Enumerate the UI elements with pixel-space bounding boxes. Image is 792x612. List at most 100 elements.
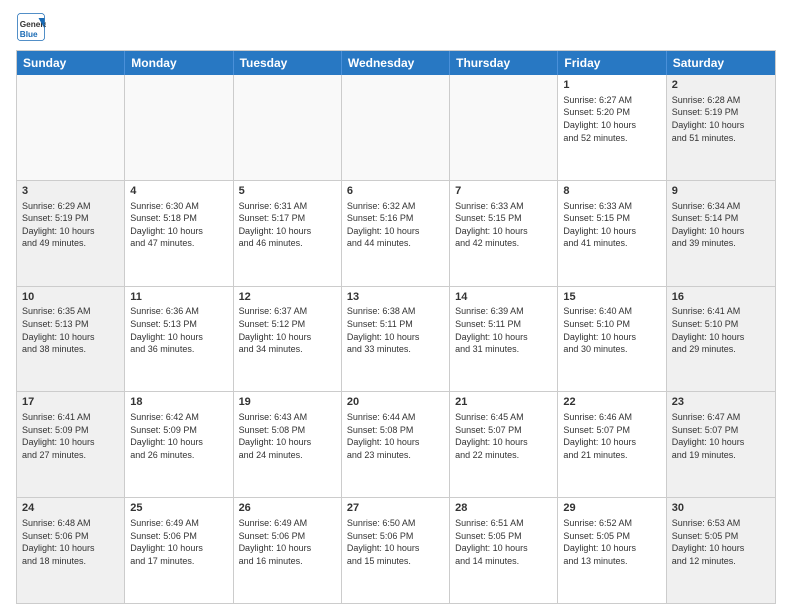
day-number: 6 — [347, 184, 444, 199]
weekday-header: Sunday — [17, 51, 125, 75]
day-number: 18 — [130, 395, 227, 410]
day-number: 14 — [455, 290, 552, 305]
calendar-cell: 26Sunrise: 6:49 AM Sunset: 5:06 PM Dayli… — [234, 498, 342, 603]
cell-info: Sunrise: 6:40 AM Sunset: 5:10 PM Dayligh… — [563, 305, 660, 355]
weekday-header: Wednesday — [342, 51, 450, 75]
cell-info: Sunrise: 6:36 AM Sunset: 5:13 PM Dayligh… — [130, 305, 227, 355]
cell-info: Sunrise: 6:30 AM Sunset: 5:18 PM Dayligh… — [130, 200, 227, 250]
calendar-cell: 15Sunrise: 6:40 AM Sunset: 5:10 PM Dayli… — [558, 287, 666, 392]
calendar-cell: 17Sunrise: 6:41 AM Sunset: 5:09 PM Dayli… — [17, 392, 125, 497]
calendar-row: 3Sunrise: 6:29 AM Sunset: 5:19 PM Daylig… — [17, 180, 775, 286]
cell-info: Sunrise: 6:28 AM Sunset: 5:19 PM Dayligh… — [672, 94, 770, 144]
calendar-cell: 7Sunrise: 6:33 AM Sunset: 5:15 PM Daylig… — [450, 181, 558, 286]
cell-info: Sunrise: 6:35 AM Sunset: 5:13 PM Dayligh… — [22, 305, 119, 355]
cell-info: Sunrise: 6:39 AM Sunset: 5:11 PM Dayligh… — [455, 305, 552, 355]
calendar-cell — [234, 75, 342, 180]
header: General Blue — [16, 12, 776, 42]
day-number: 23 — [672, 395, 770, 410]
cell-info: Sunrise: 6:45 AM Sunset: 5:07 PM Dayligh… — [455, 411, 552, 461]
calendar-cell: 2Sunrise: 6:28 AM Sunset: 5:19 PM Daylig… — [667, 75, 775, 180]
calendar-cell: 1Sunrise: 6:27 AM Sunset: 5:20 PM Daylig… — [558, 75, 666, 180]
day-number: 13 — [347, 290, 444, 305]
calendar-header: SundayMondayTuesdayWednesdayThursdayFrid… — [17, 51, 775, 75]
weekday-header: Friday — [558, 51, 666, 75]
calendar-cell: 6Sunrise: 6:32 AM Sunset: 5:16 PM Daylig… — [342, 181, 450, 286]
cell-info: Sunrise: 6:27 AM Sunset: 5:20 PM Dayligh… — [563, 94, 660, 144]
weekday-header: Thursday — [450, 51, 558, 75]
cell-info: Sunrise: 6:33 AM Sunset: 5:15 PM Dayligh… — [563, 200, 660, 250]
cell-info: Sunrise: 6:44 AM Sunset: 5:08 PM Dayligh… — [347, 411, 444, 461]
calendar-cell: 13Sunrise: 6:38 AM Sunset: 5:11 PM Dayli… — [342, 287, 450, 392]
day-number: 25 — [130, 501, 227, 516]
cell-info: Sunrise: 6:43 AM Sunset: 5:08 PM Dayligh… — [239, 411, 336, 461]
cell-info: Sunrise: 6:48 AM Sunset: 5:06 PM Dayligh… — [22, 517, 119, 567]
day-number: 10 — [22, 290, 119, 305]
calendar-body: 1Sunrise: 6:27 AM Sunset: 5:20 PM Daylig… — [17, 75, 775, 603]
day-number: 21 — [455, 395, 552, 410]
day-number: 15 — [563, 290, 660, 305]
day-number: 30 — [672, 501, 770, 516]
calendar-cell: 22Sunrise: 6:46 AM Sunset: 5:07 PM Dayli… — [558, 392, 666, 497]
day-number: 26 — [239, 501, 336, 516]
day-number: 9 — [672, 184, 770, 199]
day-number: 3 — [22, 184, 119, 199]
day-number: 22 — [563, 395, 660, 410]
cell-info: Sunrise: 6:53 AM Sunset: 5:05 PM Dayligh… — [672, 517, 770, 567]
cell-info: Sunrise: 6:42 AM Sunset: 5:09 PM Dayligh… — [130, 411, 227, 461]
cell-info: Sunrise: 6:33 AM Sunset: 5:15 PM Dayligh… — [455, 200, 552, 250]
calendar-cell: 11Sunrise: 6:36 AM Sunset: 5:13 PM Dayli… — [125, 287, 233, 392]
calendar-row: 10Sunrise: 6:35 AM Sunset: 5:13 PM Dayli… — [17, 286, 775, 392]
day-number: 24 — [22, 501, 119, 516]
calendar: SundayMondayTuesdayWednesdayThursdayFrid… — [16, 50, 776, 604]
calendar-cell: 20Sunrise: 6:44 AM Sunset: 5:08 PM Dayli… — [342, 392, 450, 497]
calendar-cell: 16Sunrise: 6:41 AM Sunset: 5:10 PM Dayli… — [667, 287, 775, 392]
cell-info: Sunrise: 6:49 AM Sunset: 5:06 PM Dayligh… — [130, 517, 227, 567]
calendar-cell: 23Sunrise: 6:47 AM Sunset: 5:07 PM Dayli… — [667, 392, 775, 497]
cell-info: Sunrise: 6:49 AM Sunset: 5:06 PM Dayligh… — [239, 517, 336, 567]
day-number: 8 — [563, 184, 660, 199]
day-number: 20 — [347, 395, 444, 410]
cell-info: Sunrise: 6:32 AM Sunset: 5:16 PM Dayligh… — [347, 200, 444, 250]
logo-icon: General Blue — [16, 12, 46, 42]
calendar-cell: 25Sunrise: 6:49 AM Sunset: 5:06 PM Dayli… — [125, 498, 233, 603]
calendar-row: 17Sunrise: 6:41 AM Sunset: 5:09 PM Dayli… — [17, 391, 775, 497]
cell-info: Sunrise: 6:51 AM Sunset: 5:05 PM Dayligh… — [455, 517, 552, 567]
logo: General Blue — [16, 12, 46, 42]
calendar-cell: 8Sunrise: 6:33 AM Sunset: 5:15 PM Daylig… — [558, 181, 666, 286]
calendar-cell: 5Sunrise: 6:31 AM Sunset: 5:17 PM Daylig… — [234, 181, 342, 286]
cell-info: Sunrise: 6:37 AM Sunset: 5:12 PM Dayligh… — [239, 305, 336, 355]
calendar-cell: 12Sunrise: 6:37 AM Sunset: 5:12 PM Dayli… — [234, 287, 342, 392]
day-number: 11 — [130, 290, 227, 305]
weekday-header: Tuesday — [234, 51, 342, 75]
day-number: 19 — [239, 395, 336, 410]
calendar-cell: 4Sunrise: 6:30 AM Sunset: 5:18 PM Daylig… — [125, 181, 233, 286]
cell-info: Sunrise: 6:41 AM Sunset: 5:09 PM Dayligh… — [22, 411, 119, 461]
svg-text:Blue: Blue — [20, 30, 38, 39]
calendar-cell: 28Sunrise: 6:51 AM Sunset: 5:05 PM Dayli… — [450, 498, 558, 603]
day-number: 29 — [563, 501, 660, 516]
day-number: 27 — [347, 501, 444, 516]
cell-info: Sunrise: 6:38 AM Sunset: 5:11 PM Dayligh… — [347, 305, 444, 355]
cell-info: Sunrise: 6:29 AM Sunset: 5:19 PM Dayligh… — [22, 200, 119, 250]
cell-info: Sunrise: 6:34 AM Sunset: 5:14 PM Dayligh… — [672, 200, 770, 250]
day-number: 4 — [130, 184, 227, 199]
calendar-cell — [17, 75, 125, 180]
cell-info: Sunrise: 6:47 AM Sunset: 5:07 PM Dayligh… — [672, 411, 770, 461]
weekday-header: Monday — [125, 51, 233, 75]
calendar-cell: 19Sunrise: 6:43 AM Sunset: 5:08 PM Dayli… — [234, 392, 342, 497]
day-number: 28 — [455, 501, 552, 516]
page: General Blue SundayMondayTuesdayWednesda… — [0, 0, 792, 612]
day-number: 5 — [239, 184, 336, 199]
calendar-cell: 3Sunrise: 6:29 AM Sunset: 5:19 PM Daylig… — [17, 181, 125, 286]
calendar-cell — [450, 75, 558, 180]
day-number: 2 — [672, 78, 770, 93]
calendar-cell: 30Sunrise: 6:53 AM Sunset: 5:05 PM Dayli… — [667, 498, 775, 603]
calendar-row: 1Sunrise: 6:27 AM Sunset: 5:20 PM Daylig… — [17, 75, 775, 180]
calendar-cell: 24Sunrise: 6:48 AM Sunset: 5:06 PM Dayli… — [17, 498, 125, 603]
cell-info: Sunrise: 6:46 AM Sunset: 5:07 PM Dayligh… — [563, 411, 660, 461]
weekday-header: Saturday — [667, 51, 775, 75]
calendar-cell — [342, 75, 450, 180]
day-number: 1 — [563, 78, 660, 93]
calendar-row: 24Sunrise: 6:48 AM Sunset: 5:06 PM Dayli… — [17, 497, 775, 603]
day-number: 17 — [22, 395, 119, 410]
